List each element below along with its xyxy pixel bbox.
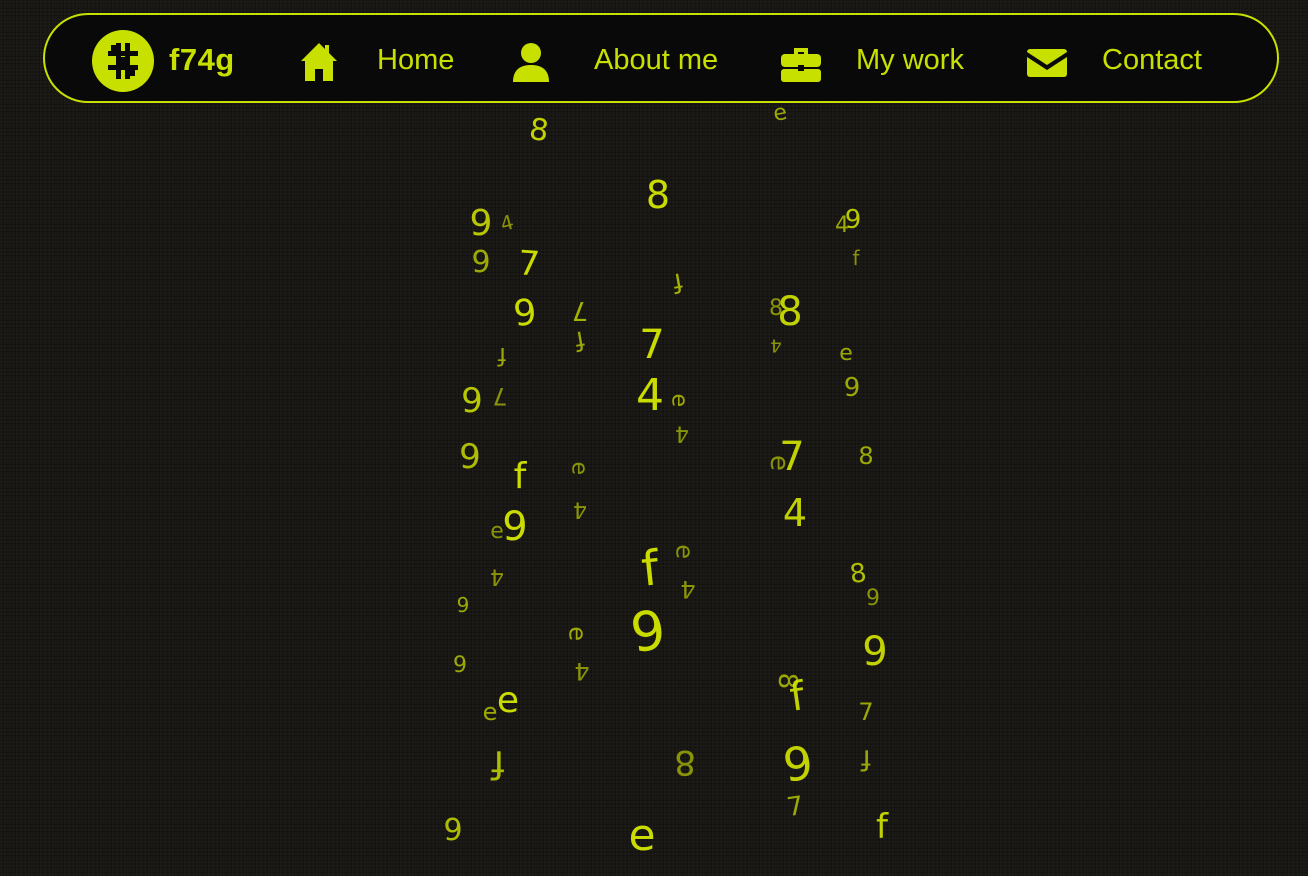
rain-glyph: e — [628, 810, 655, 861]
rain-glyph: f — [490, 742, 505, 786]
rain-glyph: e — [564, 626, 592, 641]
rain-glyph: 9 — [512, 292, 539, 335]
rain-glyph: 9 — [459, 437, 481, 477]
person-icon[interactable] — [511, 42, 551, 89]
rain-glyph: f — [670, 266, 685, 297]
rain-glyph: 9 — [845, 205, 862, 235]
rain-glyph: f — [860, 743, 871, 776]
rain-glyph: f — [497, 342, 506, 370]
nav-item-home[interactable]: Home — [377, 43, 454, 77]
rain-glyph: 9 — [470, 203, 493, 244]
rain-glyph: 4 — [770, 334, 781, 355]
house-icon[interactable] — [299, 41, 339, 88]
brand-name[interactable]: f74g — [169, 42, 235, 78]
rain-glyph: e — [764, 455, 794, 471]
rain-glyph: f — [876, 807, 889, 847]
rain-glyph: 8 — [848, 558, 869, 590]
rain-glyph: 9 — [627, 598, 670, 665]
rain-glyph: 4 — [573, 497, 587, 522]
rain-glyph: e — [666, 394, 691, 408]
rain-glyph: 4 — [783, 491, 807, 535]
rain-glyph: f — [787, 673, 808, 721]
rain-glyph: 4 — [574, 657, 589, 685]
rain-glyph: 4 — [680, 575, 695, 603]
nav-item-contact[interactable]: Contact — [1102, 43, 1202, 77]
rain-glyph: f — [852, 246, 860, 270]
rain-glyph: 8 — [646, 173, 670, 217]
rain-glyph: 4 — [835, 213, 849, 238]
rain-glyph: 7 — [517, 243, 541, 284]
rain-glyph: 9 — [866, 586, 880, 611]
rain-glyph: 9 — [443, 813, 462, 848]
rain-glyph: e — [839, 341, 853, 366]
rain-glyph: 4 — [498, 210, 517, 236]
rain-glyph: f — [514, 456, 528, 497]
hash-glyph-icon — [108, 43, 138, 79]
rain-glyph: 8 — [772, 673, 802, 690]
rain-glyph: 7 — [572, 295, 589, 325]
rain-glyph: e — [771, 100, 789, 127]
rain-glyph: 8 — [777, 289, 802, 335]
rain-glyph: 7 — [858, 698, 873, 726]
rain-glyph: e — [566, 462, 591, 476]
rain-glyph: 4 — [490, 564, 504, 589]
rain-glyph: 7 — [779, 434, 804, 480]
rain-glyph: e — [490, 519, 504, 544]
nav-item-about-me[interactable]: About me — [594, 43, 718, 77]
rain-glyph: f — [639, 540, 663, 598]
rain-glyph: 7 — [785, 791, 806, 823]
top-navigation-bar: f74g Home About me My work Contact — [43, 13, 1279, 103]
rain-glyph: 9 — [862, 629, 887, 675]
briefcase-icon[interactable] — [779, 44, 823, 89]
rain-glyph: 8 — [769, 296, 783, 321]
rain-glyph: 9 — [471, 245, 490, 280]
nav-item-my-work[interactable]: My work — [856, 43, 964, 77]
rain-glyph: 7 — [639, 322, 664, 368]
rain-glyph: 9 — [502, 504, 527, 550]
rain-glyph: 8 — [674, 742, 696, 782]
rain-glyph: 8 — [858, 442, 873, 470]
rain-glyph: e — [497, 680, 519, 721]
brand-logo[interactable] — [92, 30, 154, 92]
rain-glyph: 4 — [636, 370, 664, 421]
rain-glyph: f — [572, 324, 587, 355]
rain-glyph: 9 — [780, 735, 817, 793]
rain-glyph: 9 — [461, 381, 483, 421]
rain-glyph: 9 — [457, 593, 470, 617]
rain-glyph: 7 — [492, 382, 507, 410]
rain-glyph: e — [671, 544, 699, 559]
rain-glyph: e — [483, 698, 498, 726]
rain-glyph: 9 — [844, 373, 861, 403]
rain-glyph: 8 — [527, 112, 551, 149]
rain-glyph: 4 — [675, 421, 689, 446]
rain-glyph: 9 — [453, 653, 467, 678]
falling-glyph-rain: 8 e89 47949ff79 887ff 4 e9 7 4 e 949 f e e7 89e4 4f e44… — [443, 100, 889, 861]
envelope-icon[interactable] — [1026, 48, 1068, 83]
